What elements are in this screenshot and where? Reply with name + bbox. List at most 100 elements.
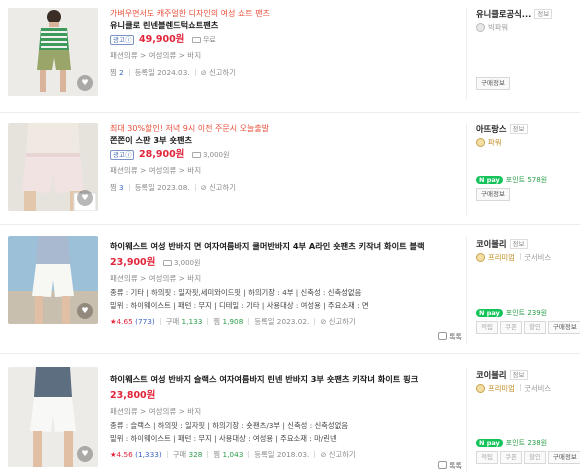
product-thumbnail[interactable]: ♥ <box>8 367 98 467</box>
seller-info-tag[interactable]: 정보 <box>509 370 528 380</box>
spec-line[interactable]: 종류 : 슬랙스 | 하의핏 : 일자핏 | 하의기장 : 숏팬츠/3부 | 신… <box>110 419 470 432</box>
review-count[interactable]: (773) <box>135 317 155 326</box>
category-path[interactable]: 패션의류 > 여성의류 > 바지 <box>110 49 460 62</box>
seller-name[interactable]: 유니클로공식... 정보 <box>476 8 576 21</box>
heart-icon[interactable]: ♥ <box>77 303 93 319</box>
promo-text: 최대 30%할인! 저녁 9시 이전 주문시 오늘출발 <box>110 124 270 133</box>
seller-grade-medal-icon <box>476 253 485 262</box>
product-price[interactable]: 23,900원 <box>110 257 155 268</box>
npay-point[interactable]: N pay 포인트 578원 <box>476 175 576 186</box>
heart-icon[interactable]: ♥ <box>77 446 93 462</box>
review-count[interactable]: (1,333) <box>135 450 162 459</box>
product-list: ♥ 가벼우면서도 캐주얼한 디자인의 여성 쇼트 팬츠 유니클로 린넨블렌드턱쇼… <box>0 0 580 475</box>
shipping-truck-icon <box>191 152 201 158</box>
talk-chat-icon <box>438 461 448 469</box>
shipping-truck-icon <box>162 260 172 266</box>
shipping-fee: 3,000원 <box>191 148 229 162</box>
seller-grade-medal-icon <box>476 138 485 147</box>
divider <box>466 367 467 473</box>
npay-badge: N pay <box>476 439 503 447</box>
npay-badge: N pay <box>476 176 503 184</box>
coupon-button[interactable]: 쿠폰 <box>499 321 522 334</box>
category-path[interactable]: 패션의류 > 여성의류 > 바지 <box>110 405 470 418</box>
talk-button[interactable]: 톡톡 <box>438 461 462 471</box>
earn-button[interactable]: 적립 <box>476 321 498 334</box>
product-info: 가벼우면서도 캐주얼한 디자인의 여성 쇼트 팬츠 유니클로 린넨블렌드턱쇼트팬… <box>110 8 460 79</box>
product-thumbnail[interactable]: ♥ <box>8 8 98 96</box>
spec-line[interactable]: 밑위 : 하이웨이스트 | 패턴 : 무지 | 사용대상 : 여성용 | 주요소… <box>110 432 470 445</box>
seller-info-tag[interactable]: 정보 <box>509 239 528 249</box>
product-title[interactable]: 유니클로 린넨블렌드턱쇼트팬츠 <box>110 19 460 31</box>
discount-button[interactable]: 할인 <box>523 321 546 334</box>
purchase-info-button[interactable]: 구매정보 <box>476 77 510 90</box>
npay-point[interactable]: N pay 포인트 238원 <box>476 438 576 449</box>
zzim-count[interactable]: 1,043 <box>222 450 243 459</box>
product-price[interactable]: 49,900원 <box>139 34 184 45</box>
report-link[interactable]: ⊘ 신고하기 <box>201 68 236 77</box>
ad-badge[interactable]: 광고ⓘ <box>110 35 135 45</box>
seller-grade: 파워 <box>476 136 576 149</box>
purchase-info-button[interactable]: 구매정보 <box>547 321 580 334</box>
seller-name[interactable]: 코이블리 정보 <box>476 238 576 251</box>
seller-grade: 프리미엄 굿서비스 <box>476 251 576 264</box>
product-title[interactable]: 하이웨스트 여성 반바지 면 여자여름바지 쿨머반바지 4부 A라인 숏팬츠 키… <box>110 240 470 252</box>
npay-badge: N pay <box>476 309 503 317</box>
category-path[interactable]: 패션의류 > 여성의류 > 바지 <box>110 164 460 177</box>
seller-grade: 프리미엄 굿서비스 <box>476 382 576 395</box>
register-date: 등록일 2024.03. <box>134 68 190 77</box>
zzim-count[interactable]: 3 <box>119 183 124 192</box>
rating: ★4.65 <box>110 317 133 326</box>
meta-row: ★4.56 (1,333) 구매 328 찜 1,043 등록일 2018.03. ⊘ … <box>110 450 356 459</box>
purchase-info-button[interactable]: 구매정보 <box>547 451 580 464</box>
seller-grade-medal-icon <box>476 384 485 393</box>
product-title[interactable]: 쫀쫀이 스판 3부 숏팬츠 <box>110 134 460 146</box>
seller-box: 아뜨랑스 정보 파워 N pay 포인트 578원 구매정보 <box>476 123 576 201</box>
purchase-info-button[interactable]: 구매정보 <box>476 188 510 201</box>
heart-icon[interactable]: ♥ <box>77 75 93 91</box>
shipping-fee: 3,000원 <box>162 256 200 270</box>
zzim-count[interactable]: 1,908 <box>222 317 243 326</box>
meta-row: 찜 2 등록일 2024.03. ⊘ 신고하기 <box>110 68 236 77</box>
product-info: 최대 30%할인! 저녁 9시 이전 주문시 오늘출발 쫀쫀이 스판 3부 숏팬… <box>110 123 460 194</box>
category-path[interactable]: 패션의류 > 여성의류 > 바지 <box>110 272 470 285</box>
divider <box>466 236 467 344</box>
divider <box>0 224 580 225</box>
ad-badge[interactable]: 광고ⓘ <box>110 150 135 160</box>
seller-name[interactable]: 아뜨랑스 정보 <box>476 123 576 136</box>
zzim-count[interactable]: 2 <box>119 68 124 77</box>
meta-row: ★4.65 (773) 구매 1,133 찜 1,908 등록일 2023.02. ⊘ … <box>110 317 356 326</box>
seller-grade: 빅파워 <box>476 21 576 34</box>
product-thumbnail[interactable]: ♥ <box>8 123 98 211</box>
seller-name[interactable]: 코이블리 정보 <box>476 369 576 382</box>
seller-box: 코이블리 정보 프리미엄 굿서비스 N pay 포인트 238원 적립 쿠폰 할인 구매정… <box>476 369 580 464</box>
report-link[interactable]: ⊘ 신고하기 <box>320 450 355 459</box>
discount-button[interactable]: 할인 <box>523 451 546 464</box>
seller-info-tag[interactable]: 정보 <box>509 124 528 134</box>
report-link[interactable]: ⊘ 신고하기 <box>320 317 355 326</box>
heart-icon[interactable]: ♥ <box>77 190 93 206</box>
register-date: 등록일 2018.03. <box>254 450 310 459</box>
shipping-fee: 무료 <box>191 33 216 47</box>
talk-chat-icon <box>438 332 448 340</box>
product-price[interactable]: 28,900원 <box>139 149 184 160</box>
divider <box>466 8 467 100</box>
purchase-count: 1,133 <box>181 317 203 326</box>
spec-line[interactable]: 종류 : 기타 | 하의핏 : 일자핏,세미와이드핏 | 하의기장 : 4부 |… <box>110 286 470 299</box>
rating: ★4.56 <box>110 450 133 459</box>
promo-text: 가벼우면서도 캐주얼한 디자인의 여성 쇼트 팬츠 <box>110 9 270 18</box>
product-title[interactable]: 하이웨스트 여성 반바지 슬랙스 여자여름바지 린넨 반바지 3부 숏팬츠 키작… <box>110 373 470 385</box>
product-price[interactable]: 23,800원 <box>110 390 155 401</box>
seller-info-tag[interactable]: 정보 <box>534 9 553 19</box>
seller-grade-medal-icon <box>476 23 485 32</box>
report-link[interactable]: ⊘ 신고하기 <box>201 183 236 192</box>
register-date: 등록일 2023.02. <box>254 317 310 326</box>
coupon-button[interactable]: 쿠폰 <box>499 451 522 464</box>
seller-box: 코이블리 정보 프리미엄 굿서비스 N pay 포인트 239원 적립 쿠폰 할인 구매정… <box>476 238 580 334</box>
spec-line[interactable]: 밑위 : 하이웨이스트 | 패턴 : 무지 | 디테일 : 기타 | 사용대상 … <box>110 299 470 312</box>
product-thumbnail[interactable]: ♥ <box>8 236 98 324</box>
earn-button[interactable]: 적립 <box>476 451 498 464</box>
meta-row: 찜 3 등록일 2023.08. ⊘ 신고하기 <box>110 183 236 192</box>
purchase-count: 328 <box>188 450 203 459</box>
talk-button[interactable]: 톡톡 <box>438 332 462 342</box>
npay-point[interactable]: N pay 포인트 239원 <box>476 308 576 319</box>
